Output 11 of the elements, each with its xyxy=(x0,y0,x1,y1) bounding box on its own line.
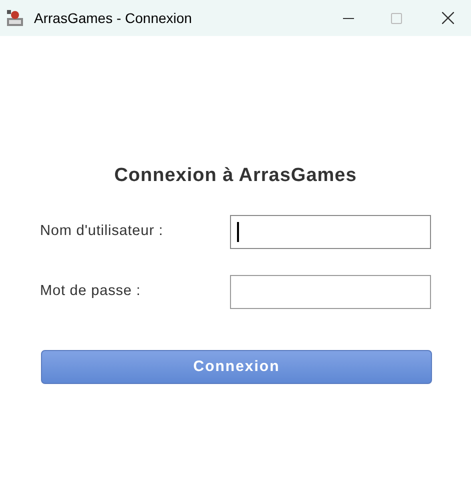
login-button[interactable]: Connexion xyxy=(41,350,432,384)
field-label: Nom d'utilisateur : xyxy=(40,222,164,242)
maximize-icon xyxy=(390,12,402,24)
window-title: ArrasGames - Connexion xyxy=(34,8,192,28)
text-cursor xyxy=(237,222,240,242)
field-label: Mot de passe : xyxy=(40,282,142,302)
app-icon xyxy=(6,9,24,27)
close-icon xyxy=(442,12,454,24)
input-field[interactable] xyxy=(230,215,431,249)
login-heading: Connexion à ArrasGames xyxy=(113,164,358,188)
input-field[interactable] xyxy=(230,275,431,309)
